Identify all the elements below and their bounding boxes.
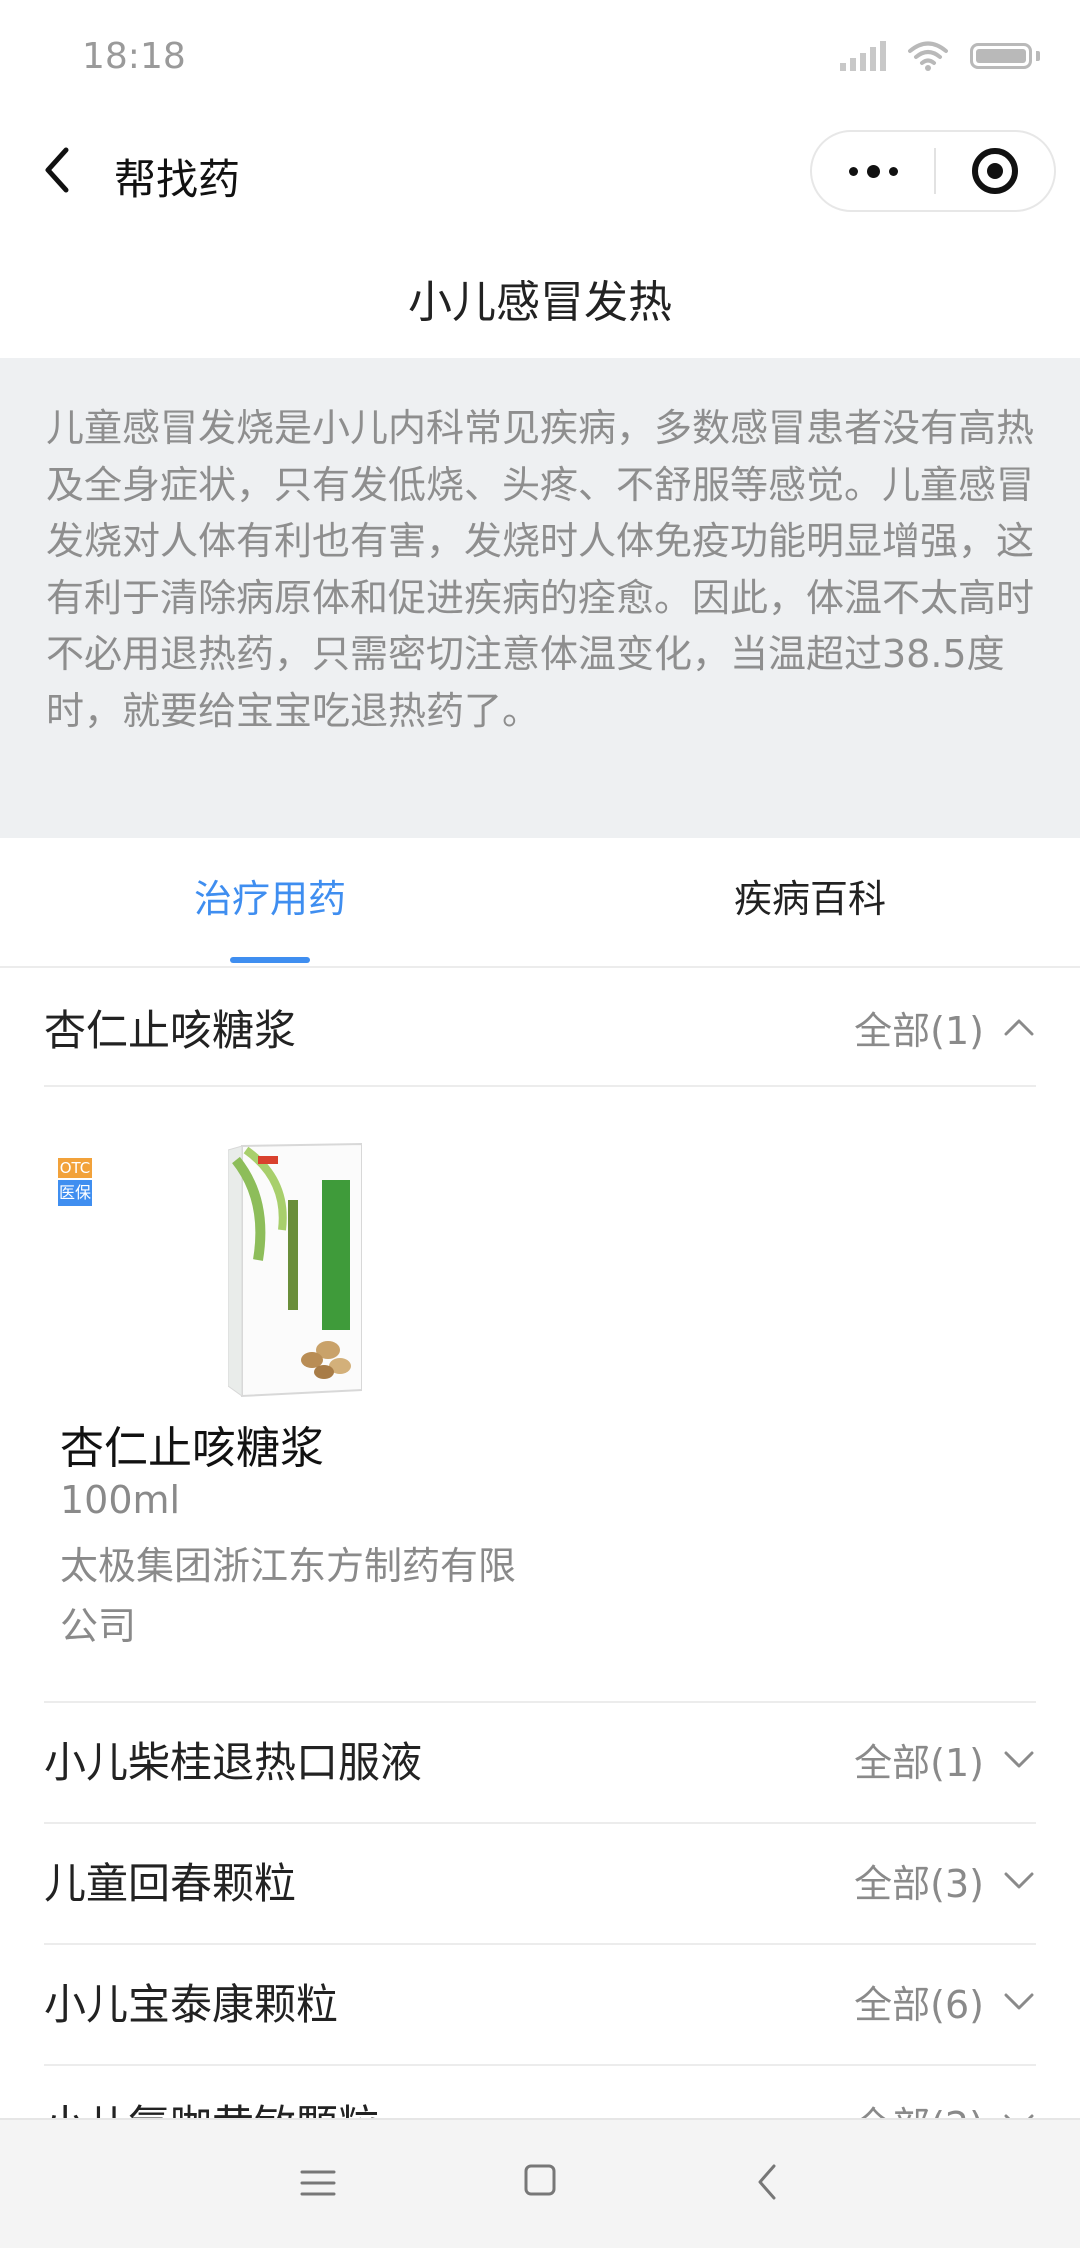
disease-description: 儿童感冒发烧是小儿内科常见疾病，多数感冒患者没有高热及全身症状，只有发低烧、头疼… <box>0 358 1080 838</box>
group-name: 杏仁止咳糖浆 <box>44 1005 297 1055</box>
recent-apps-icon[interactable] <box>300 2168 336 2198</box>
product-name[interactable]: 杏仁止咳糖浆 <box>60 1412 324 1476</box>
group-toggle[interactable]: 全部(1) <box>854 1732 1036 1787</box>
group-count: 全部(1) <box>854 1008 984 1053</box>
status-time: 18:18 <box>82 36 186 77</box>
system-back-icon[interactable] <box>752 2162 782 2202</box>
product-spec: 100ml <box>60 1478 181 1522</box>
mini-program-capsule <box>810 130 1056 212</box>
more-menu-button[interactable] <box>812 132 934 210</box>
page-heading: 小儿感冒发热 <box>408 277 672 328</box>
battery-tip <box>1036 51 1040 61</box>
group-toggle[interactable]: 全部(6) <box>854 1974 1036 2029</box>
active-tab-indicator <box>230 957 310 963</box>
group-count: 全部(6) <box>854 1982 984 2027</box>
product-manufacturer: 太极集团浙江东方制药有限公司 <box>60 1544 517 1648</box>
group-count: 全部(3) <box>854 1861 984 1906</box>
otc-badge: OTC <box>58 1158 92 1178</box>
target-icon <box>972 148 1018 194</box>
chevron-up-icon <box>1004 1019 1034 1036</box>
description-text: 儿童感冒发烧是小儿内科常见疾病，多数感冒患者没有高热及全身症状，只有发低烧、头疼… <box>46 406 1035 733</box>
battery-icon <box>970 43 1032 69</box>
chevron-down-icon <box>1004 1751 1034 1768</box>
group-name: 小儿柴桂退热口服液 <box>44 1737 423 1787</box>
group-name: 小儿宝泰康颗粒 <box>44 1979 339 2029</box>
medicine-group-header[interactable]: 小儿柴桂退热口服液 全部(1) <box>44 1699 1036 1819</box>
group-toggle[interactable]: 全部(1) <box>854 1000 1036 1055</box>
status-icons <box>840 40 1040 72</box>
medicine-group-header[interactable]: 儿童回春颗粒 全部(3) <box>44 1820 1036 1940</box>
tab-disease-encyclopedia[interactable]: 疾病百科 <box>540 868 1080 923</box>
back-arrow-icon[interactable] <box>38 140 82 200</box>
home-icon[interactable] <box>524 2164 556 2196</box>
chevron-down-icon <box>1004 1872 1034 1889</box>
group-count: 全部(1) <box>854 1740 984 1785</box>
tab-treatment[interactable]: 治疗用药 <box>0 868 540 923</box>
medicine-group-header[interactable]: 杏仁止咳糖浆 全部(1) <box>44 967 1036 1087</box>
close-mini-program-button[interactable] <box>936 148 1054 194</box>
group-toggle[interactable]: 全部(3) <box>854 1853 1036 1908</box>
divider <box>44 1085 1036 1087</box>
signal-icon <box>840 41 886 71</box>
wifi-icon <box>908 41 948 71</box>
medicine-box-image[interactable] <box>228 1140 362 1400</box>
nav-title: 帮找药 <box>114 155 241 204</box>
medicine-group-header[interactable]: 小儿宝泰康颗粒 全部(6) <box>44 1941 1036 2061</box>
group-name: 儿童回春颗粒 <box>44 1858 297 1908</box>
insurance-badge: 医保 <box>58 1180 92 1206</box>
chevron-down-icon <box>1004 1993 1034 2010</box>
